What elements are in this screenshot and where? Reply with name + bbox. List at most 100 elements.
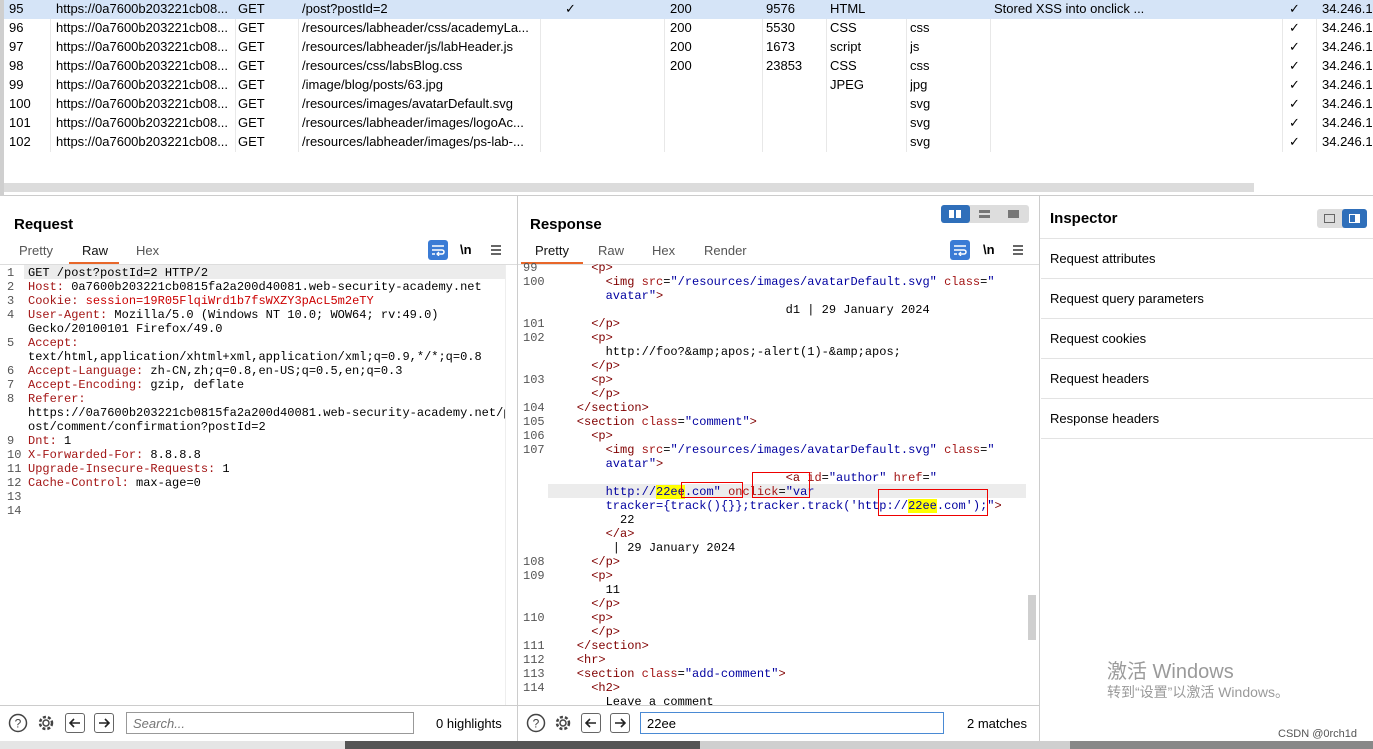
- response-search-input[interactable]: [640, 712, 944, 734]
- response-previous-match-button[interactable]: [581, 713, 601, 733]
- history-row[interactable]: 100 https://0a7600b203221cb08... GET/resou…: [0, 95, 1373, 114]
- history-cell-num: 101: [9, 115, 31, 130]
- layout-side-by-side-icon[interactable]: [941, 205, 970, 223]
- next-match-button[interactable]: [94, 713, 114, 733]
- history-cell-mime: JPEG: [830, 77, 864, 92]
- history-cell-length: 1673: [766, 39, 795, 54]
- inspector-request-query-parameters[interactable]: Request query parameters: [1041, 279, 1373, 319]
- history-cell-host: https://0a7600b203221cb08...: [56, 1, 229, 16]
- history-cell-length: 9576: [766, 1, 795, 16]
- history-cell-mime: script: [830, 39, 862, 54]
- line-number: 9: [7, 434, 15, 448]
- history-cell-ip: 34.246.12: [1322, 58, 1373, 73]
- request-scrollbar[interactable]: [505, 265, 517, 705]
- request-editor[interactable]: 1 GET /post?postId=2 HTTP/2 2 Host: 0a7600b…: [0, 265, 517, 705]
- history-horizontal-scrollbar[interactable]: [0, 183, 1254, 192]
- request-highlights-count: 0 highlights: [436, 716, 502, 731]
- history-cell-method: GET: [238, 39, 265, 54]
- history-cell-length: 5530: [766, 20, 795, 35]
- history-cell-tls: ✓: [1289, 39, 1300, 54]
- newline-toggle-icon[interactable]: \n: [460, 242, 472, 257]
- help-icon[interactable]: ?: [8, 713, 28, 733]
- inspector-request-headers[interactable]: Request headers: [1041, 359, 1373, 399]
- line-number: 5: [7, 336, 15, 350]
- history-cell-num: 99: [9, 77, 24, 92]
- history-cell-url: /post?postId=2: [302, 1, 388, 16]
- history-cell-host: https://0a7600b203221cb08...: [56, 77, 229, 92]
- response-next-match-button[interactable]: [610, 713, 630, 733]
- history-cell-ext: css: [910, 58, 930, 73]
- history-cell-num: 102: [9, 134, 31, 149]
- response-menu-icon[interactable]: [1008, 240, 1028, 260]
- inspector-layout-left-icon[interactable]: [1317, 209, 1342, 228]
- request-tab-pretty[interactable]: Pretty: [19, 243, 53, 258]
- history-row[interactable]: 95 https://0a7600b203221cb08... GET/post?p…: [0, 0, 1373, 19]
- taskbar-strip: [0, 741, 1373, 749]
- response-scrollbar[interactable]: [1026, 265, 1039, 705]
- response-tab-render[interactable]: Render: [704, 243, 747, 258]
- history-cell-ext: jpg: [910, 77, 928, 92]
- windows-activation-watermark-text: 转到“设置”以激活 Windows。: [1107, 684, 1290, 700]
- history-cell-mime: CSS: [830, 20, 857, 35]
- response-tab-pretty[interactable]: Pretty: [535, 243, 569, 258]
- history-cell-ip: 34.246.12: [1322, 20, 1373, 35]
- history-row[interactable]: 102 https://0a7600b203221cb08... GET/resou…: [0, 133, 1373, 152]
- history-cell-host: https://0a7600b203221cb08...: [56, 115, 229, 130]
- history-row[interactable]: 96 https://0a7600b203221cb08... GET/resour…: [0, 19, 1373, 38]
- response-wrap-lines-icon[interactable]: [950, 240, 970, 260]
- request-line: Accept-Encoding: gzip, deflate: [28, 378, 245, 392]
- svg-text:?: ?: [533, 717, 540, 731]
- response-settings-gear-icon[interactable]: [553, 713, 573, 733]
- history-cell-method: GET: [238, 96, 265, 111]
- history-cell-ext: js: [910, 39, 920, 54]
- response-tab-hex[interactable]: Hex: [652, 243, 675, 258]
- history-cell-method: GET: [238, 20, 265, 35]
- wrap-lines-icon[interactable]: [428, 240, 448, 260]
- response-tab-raw[interactable]: Raw: [598, 243, 624, 258]
- highlight-box-url: [681, 482, 743, 498]
- response-editor[interactable]: 99 100 101 102 103 104 105 106 107 108 1…: [518, 258, 1026, 705]
- history-row[interactable]: 99 https://0a7600b203221cb08... GET/image/…: [0, 76, 1373, 95]
- response-newline-toggle-icon[interactable]: \n: [983, 242, 995, 257]
- inspector-response-headers[interactable]: Response headers: [1041, 399, 1373, 439]
- csdn-credit: CSDN @0rch1d: [1278, 728, 1358, 740]
- history-cell-host: https://0a7600b203221cb08...: [56, 39, 229, 54]
- layout-single-icon[interactable]: [999, 205, 1028, 223]
- response-help-icon[interactable]: ?: [526, 713, 546, 733]
- inspector-request-attributes[interactable]: Request attributes: [1041, 239, 1373, 279]
- history-vertical-scrollbar[interactable]: [0, 0, 4, 196]
- request-line: Gecko/20100101 Firefox/49.0: [28, 322, 223, 336]
- history-cell-num: 98: [9, 58, 24, 73]
- inspector-request-cookies[interactable]: Request cookies: [1041, 319, 1373, 359]
- response-title: Response: [530, 216, 602, 233]
- history-cell-method: GET: [238, 134, 265, 149]
- line-number: 7: [7, 378, 15, 392]
- menu-icon[interactable]: [486, 240, 506, 260]
- request-tab-raw[interactable]: Raw: [82, 243, 108, 258]
- settings-gear-icon[interactable]: [36, 713, 56, 733]
- history-cell-num: 96: [9, 20, 24, 35]
- history-row[interactable]: 98 https://0a7600b203221cb08... GET/resour…: [0, 57, 1373, 76]
- history-row[interactable]: 101 https://0a7600b203221cb08... GET/resou…: [0, 114, 1373, 133]
- request-search-input[interactable]: [126, 712, 414, 734]
- history-cell-url: /resources/labheader/css/academyLa...: [302, 20, 529, 35]
- layout-stacked-icon[interactable]: [970, 205, 999, 223]
- history-cell-host: https://0a7600b203221cb08...: [56, 20, 229, 35]
- line-number: 14: [7, 504, 22, 518]
- request-line: Accept:: [28, 336, 79, 350]
- request-line: Cookie: session=19R05FlqiWrd1b7fsWXZY3pA…: [28, 294, 374, 308]
- previous-match-button[interactable]: [65, 713, 85, 733]
- history-row[interactable]: 97 https://0a7600b203221cb08... GET/resour…: [0, 38, 1373, 57]
- request-line: Accept-Language: zh-CN,zh;q=0.8,en-US;q=…: [28, 364, 403, 378]
- history-cell-method: GET: [238, 115, 265, 130]
- inspector-layout-right-icon[interactable]: [1342, 209, 1367, 228]
- highlight-box-onclick: [752, 472, 810, 498]
- history-cell-status: 200: [670, 39, 692, 54]
- response-matches-count: 2 matches: [967, 716, 1027, 731]
- request-line: Host: 0a7600b203221cb0815fa2a200d40081.w…: [28, 280, 482, 294]
- request-tab-hex[interactable]: Hex: [136, 243, 159, 258]
- history-cell-method: GET: [238, 1, 265, 16]
- history-cell-ext: css: [910, 20, 930, 35]
- request-line: ost/comment/confirmation?postId=2: [28, 420, 266, 434]
- line-number: 10: [7, 448, 22, 462]
